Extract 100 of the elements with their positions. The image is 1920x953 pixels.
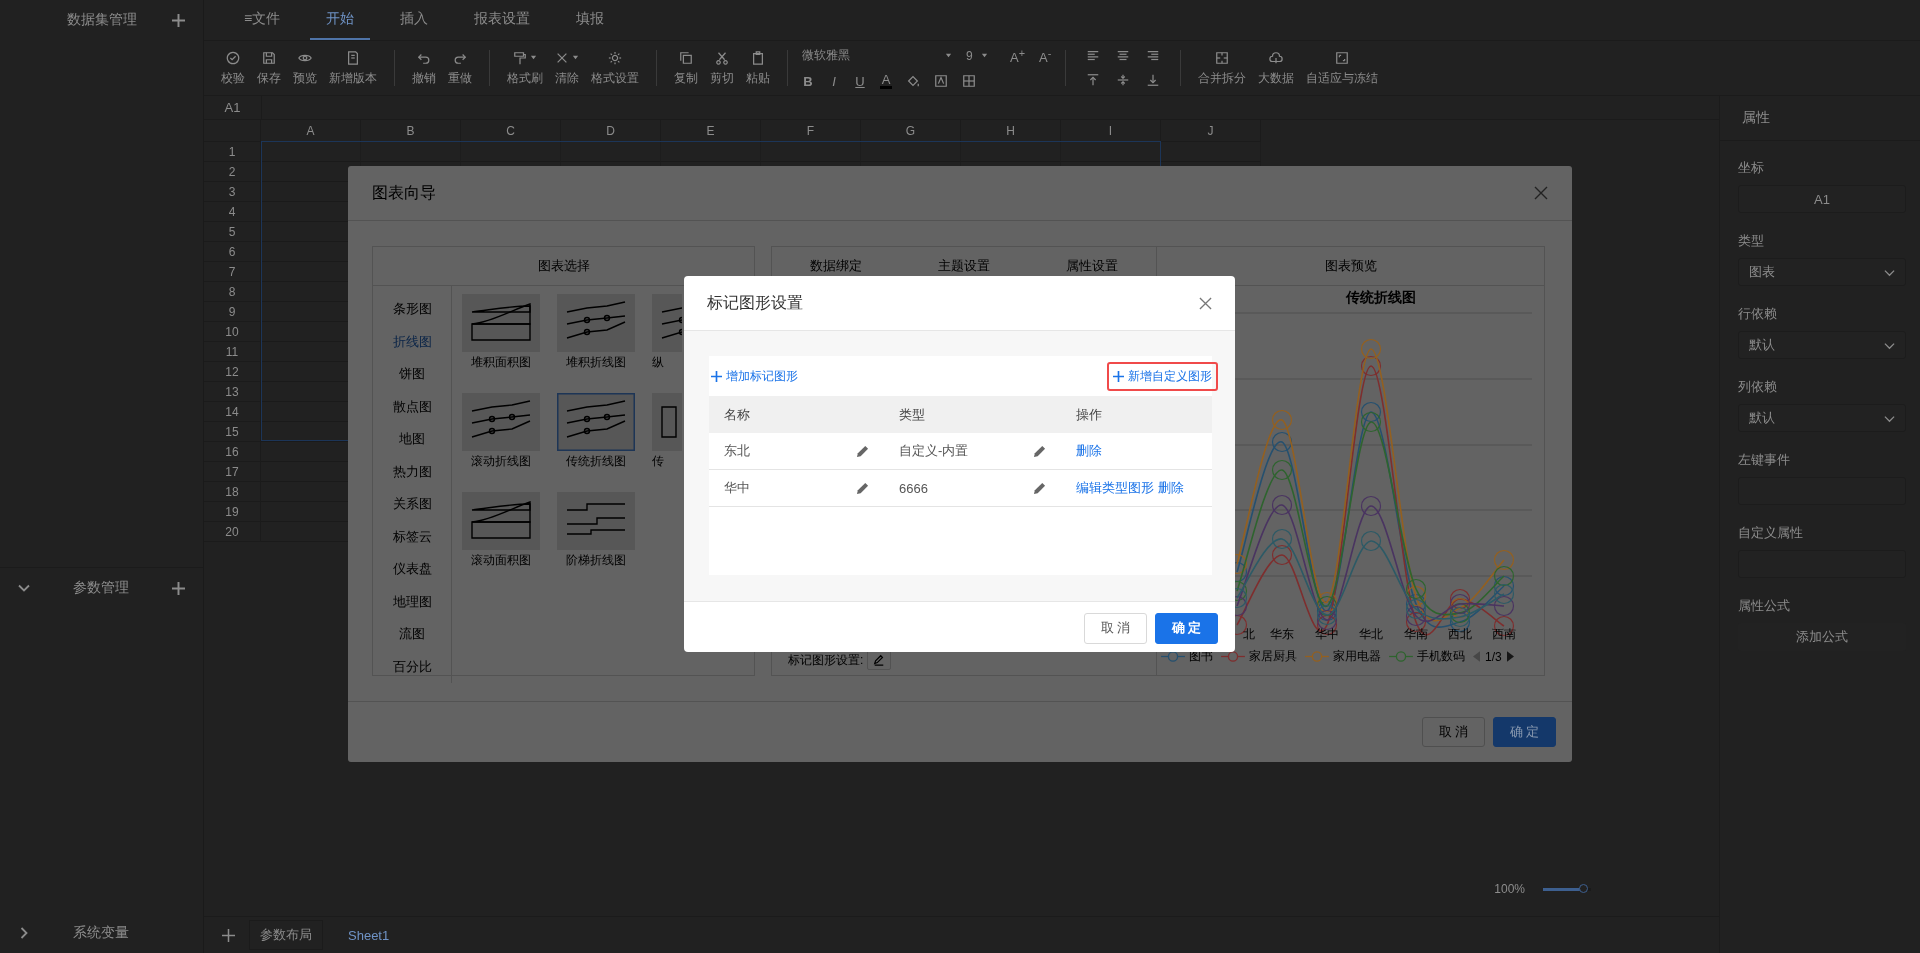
select-field[interactable]: 默认 xyxy=(1738,404,1906,432)
column-header[interactable]: C xyxy=(461,120,561,142)
chart-thumbnail[interactable] xyxy=(557,294,635,352)
font-style-button[interactable]: A xyxy=(880,73,892,90)
font-style-button[interactable]: I xyxy=(828,73,840,89)
chart-type-item[interactable]: 饼图 xyxy=(373,358,451,391)
sheet-cell[interactable] xyxy=(261,142,361,162)
column-header[interactable]: H xyxy=(961,120,1061,142)
chart-thumbnail[interactable] xyxy=(557,393,635,451)
pencil-icon[interactable] xyxy=(1033,481,1046,495)
cancel-button[interactable]: 取 消 xyxy=(1084,612,1147,644)
confirm-button[interactable]: 确 定 xyxy=(1155,612,1218,644)
font-size-select[interactable]: 9 xyxy=(966,49,996,63)
chart-type-item[interactable]: 百分比 xyxy=(373,650,451,683)
menu-tab[interactable]: 开始 xyxy=(310,0,371,40)
settings-tab[interactable]: 主题设置 xyxy=(938,257,990,275)
chart-type-item[interactable]: 流图 xyxy=(373,618,451,651)
column-header[interactable]: I xyxy=(1061,120,1161,142)
sheet-cell[interactable] xyxy=(1161,142,1261,162)
chart-type-item[interactable]: 地图 xyxy=(373,423,451,456)
select-field[interactable]: 图表 xyxy=(1738,258,1906,286)
column-header[interactable]: E xyxy=(661,120,761,142)
menu-tab[interactable]: 插入 xyxy=(384,0,445,40)
previous-icon[interactable] xyxy=(1473,651,1480,662)
text-box-icon[interactable] xyxy=(934,74,948,89)
font-shrink-button[interactable]: A$^{-}$ xyxy=(1039,46,1052,66)
menu-tab[interactable]: ≡文件 xyxy=(228,0,297,40)
sheet-cell[interactable] xyxy=(661,142,761,162)
settings-tab[interactable]: 属性设置 xyxy=(1066,257,1118,275)
chevron-down-icon[interactable] xyxy=(18,582,30,594)
chart-thumbnail[interactable] xyxy=(462,294,540,352)
align-icon[interactable] xyxy=(1146,49,1161,63)
align-icon[interactable] xyxy=(1116,73,1131,87)
cancel-button[interactable]: 取 消 xyxy=(1422,717,1485,747)
chart-type-item[interactable]: 条形图 xyxy=(373,293,451,326)
row-header[interactable]: 16 xyxy=(204,442,261,462)
toolbar-button[interactable]: 预览 xyxy=(290,49,320,87)
toolbar-button[interactable]: 复制 xyxy=(671,49,701,87)
sheet-tab[interactable]: Sheet1 xyxy=(337,921,401,949)
toolbar-button[interactable]: 保存 xyxy=(254,49,284,87)
row-header[interactable]: 14 xyxy=(204,402,261,422)
settings-tab[interactable]: 数据绑定 xyxy=(810,257,862,275)
close-icon[interactable] xyxy=(1199,296,1212,310)
chart-type-item[interactable]: 标签云 xyxy=(373,520,451,553)
chevron-right-icon[interactable] xyxy=(18,927,30,939)
row-header[interactable]: 6 xyxy=(204,242,261,262)
select-field[interactable]: 默认 xyxy=(1738,331,1906,359)
chart-thumbnail[interactable] xyxy=(462,492,540,550)
sheet-cell[interactable] xyxy=(761,142,861,162)
row-header[interactable]: 9 xyxy=(204,302,261,322)
toolbar-button[interactable]: 剪切 xyxy=(707,49,737,87)
toolbar-button[interactable]: 清除 xyxy=(552,49,582,87)
align-icon[interactable] xyxy=(1086,73,1101,87)
column-header[interactable]: F xyxy=(761,120,861,142)
toolbar-button[interactable]: 校验 xyxy=(218,49,248,87)
row-header[interactable]: 5 xyxy=(204,222,261,242)
font-style-button[interactable]: B xyxy=(802,73,814,89)
action-link[interactable]: 编辑类型图形 xyxy=(1076,479,1154,497)
chart-thumbnail[interactable] xyxy=(557,492,635,550)
paint-bucket-icon[interactable] xyxy=(906,74,920,89)
font-select[interactable]: 微软雅黑 xyxy=(802,47,952,65)
row-header[interactable]: 20 xyxy=(204,522,261,542)
column-header[interactable]: J xyxy=(1161,120,1261,142)
pencil-icon[interactable] xyxy=(856,481,869,495)
column-header[interactable]: A xyxy=(261,120,361,142)
font-grow-button[interactable]: A$^{+}$ xyxy=(1010,46,1025,66)
add-custom-shape-link[interactable]: 新增自定义图形 xyxy=(1107,361,1218,391)
toolbar-button[interactable]: 重做 xyxy=(445,49,475,87)
column-header[interactable]: B xyxy=(361,120,461,142)
toolbar-button[interactable]: 合并拆分 xyxy=(1195,49,1250,87)
row-header[interactable]: 13 xyxy=(204,382,261,402)
add-icon[interactable] xyxy=(172,13,185,27)
chart-type-item[interactable]: 关系图 xyxy=(373,488,451,521)
row-header[interactable]: 12 xyxy=(204,362,261,382)
toolbar-button[interactable]: 新增版本 xyxy=(326,49,380,87)
row-header[interactable]: 8 xyxy=(204,282,261,302)
toolbar-button[interactable]: 自适应与冻结 xyxy=(1303,49,1382,87)
pencil-icon[interactable] xyxy=(856,444,869,458)
row-header[interactable]: 15 xyxy=(204,422,261,442)
toolbar-button[interactable]: 格式刷 xyxy=(504,49,546,87)
row-header[interactable]: 11 xyxy=(204,342,261,362)
row-header[interactable]: 10 xyxy=(204,322,261,342)
action-link[interactable]: 删除 xyxy=(1076,442,1102,460)
sheet-cell[interactable] xyxy=(561,142,661,162)
align-icon[interactable] xyxy=(1086,49,1101,63)
sheet-cell[interactable] xyxy=(961,142,1061,162)
add-icon[interactable] xyxy=(172,581,185,595)
menu-tab[interactable]: 报表设置 xyxy=(458,0,547,40)
pencil-icon[interactable] xyxy=(1033,444,1046,458)
row-header[interactable]: 7 xyxy=(204,262,261,282)
border-icon[interactable] xyxy=(962,74,976,89)
row-header[interactable]: 17 xyxy=(204,462,261,482)
row-header[interactable]: 2 xyxy=(204,162,261,182)
toolbar-button[interactable]: 粘贴 xyxy=(743,49,773,87)
font-style-button[interactable]: U xyxy=(854,73,866,89)
chart-type-item[interactable]: 仪表盘 xyxy=(373,553,451,586)
row-header[interactable]: 1 xyxy=(204,142,261,162)
corner-cell[interactable] xyxy=(204,120,261,142)
action-link[interactable]: 删除 xyxy=(1158,479,1184,497)
toolbar-button[interactable]: 大数据 xyxy=(1255,49,1298,87)
